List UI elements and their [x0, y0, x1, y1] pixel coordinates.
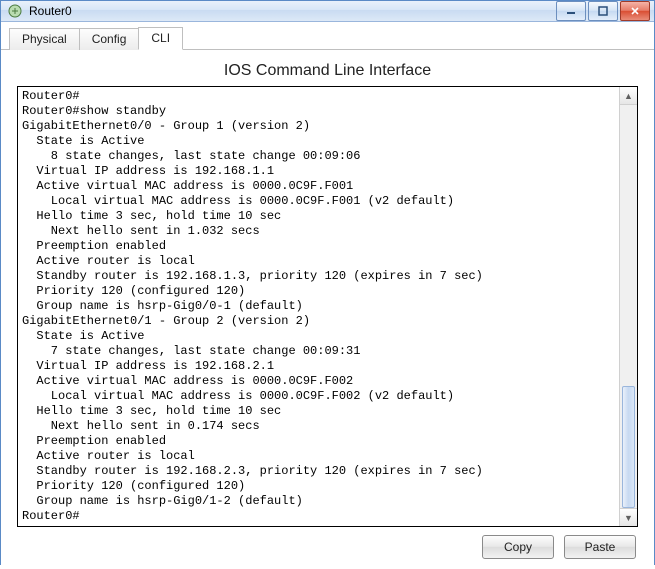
- tab-cli[interactable]: CLI: [138, 27, 183, 50]
- app-window: Router0 Physical Config CLI IOS Command …: [0, 0, 655, 565]
- minimize-icon: [566, 6, 576, 16]
- maximize-icon: [598, 6, 608, 16]
- cli-output-container: Router0# Router0#show standby GigabitEth…: [17, 86, 638, 527]
- scroll-track[interactable]: [620, 105, 637, 508]
- minimize-button[interactable]: [556, 1, 586, 21]
- client-area: Physical Config CLI IOS Command Line Int…: [1, 22, 654, 569]
- maximize-button[interactable]: [588, 1, 618, 21]
- chevron-down-icon: ▼: [624, 513, 633, 523]
- paste-button[interactable]: Paste: [564, 535, 636, 559]
- tab-physical[interactable]: Physical: [9, 28, 80, 50]
- cli-panel: IOS Command Line Interface Router0# Rout…: [1, 50, 654, 569]
- window-title: Router0: [29, 4, 556, 18]
- tab-config[interactable]: Config: [79, 28, 140, 50]
- close-button[interactable]: [620, 1, 650, 21]
- cli-output[interactable]: Router0# Router0#show standby GigabitEth…: [18, 87, 619, 526]
- vertical-scrollbar[interactable]: ▲ ▼: [619, 87, 637, 526]
- scroll-down-button[interactable]: ▼: [620, 508, 637, 526]
- titlebar[interactable]: Router0: [1, 1, 654, 22]
- copy-button[interactable]: Copy: [482, 535, 554, 559]
- panel-heading: IOS Command Line Interface: [17, 62, 638, 80]
- tab-row: Physical Config CLI: [1, 22, 654, 50]
- app-icon: [7, 3, 23, 19]
- button-row: Copy Paste: [17, 527, 638, 559]
- window-controls: [556, 1, 650, 21]
- close-icon: [630, 6, 640, 16]
- scroll-up-button[interactable]: ▲: [620, 87, 637, 105]
- chevron-up-icon: ▲: [624, 91, 633, 101]
- scroll-thumb[interactable]: [622, 386, 635, 508]
